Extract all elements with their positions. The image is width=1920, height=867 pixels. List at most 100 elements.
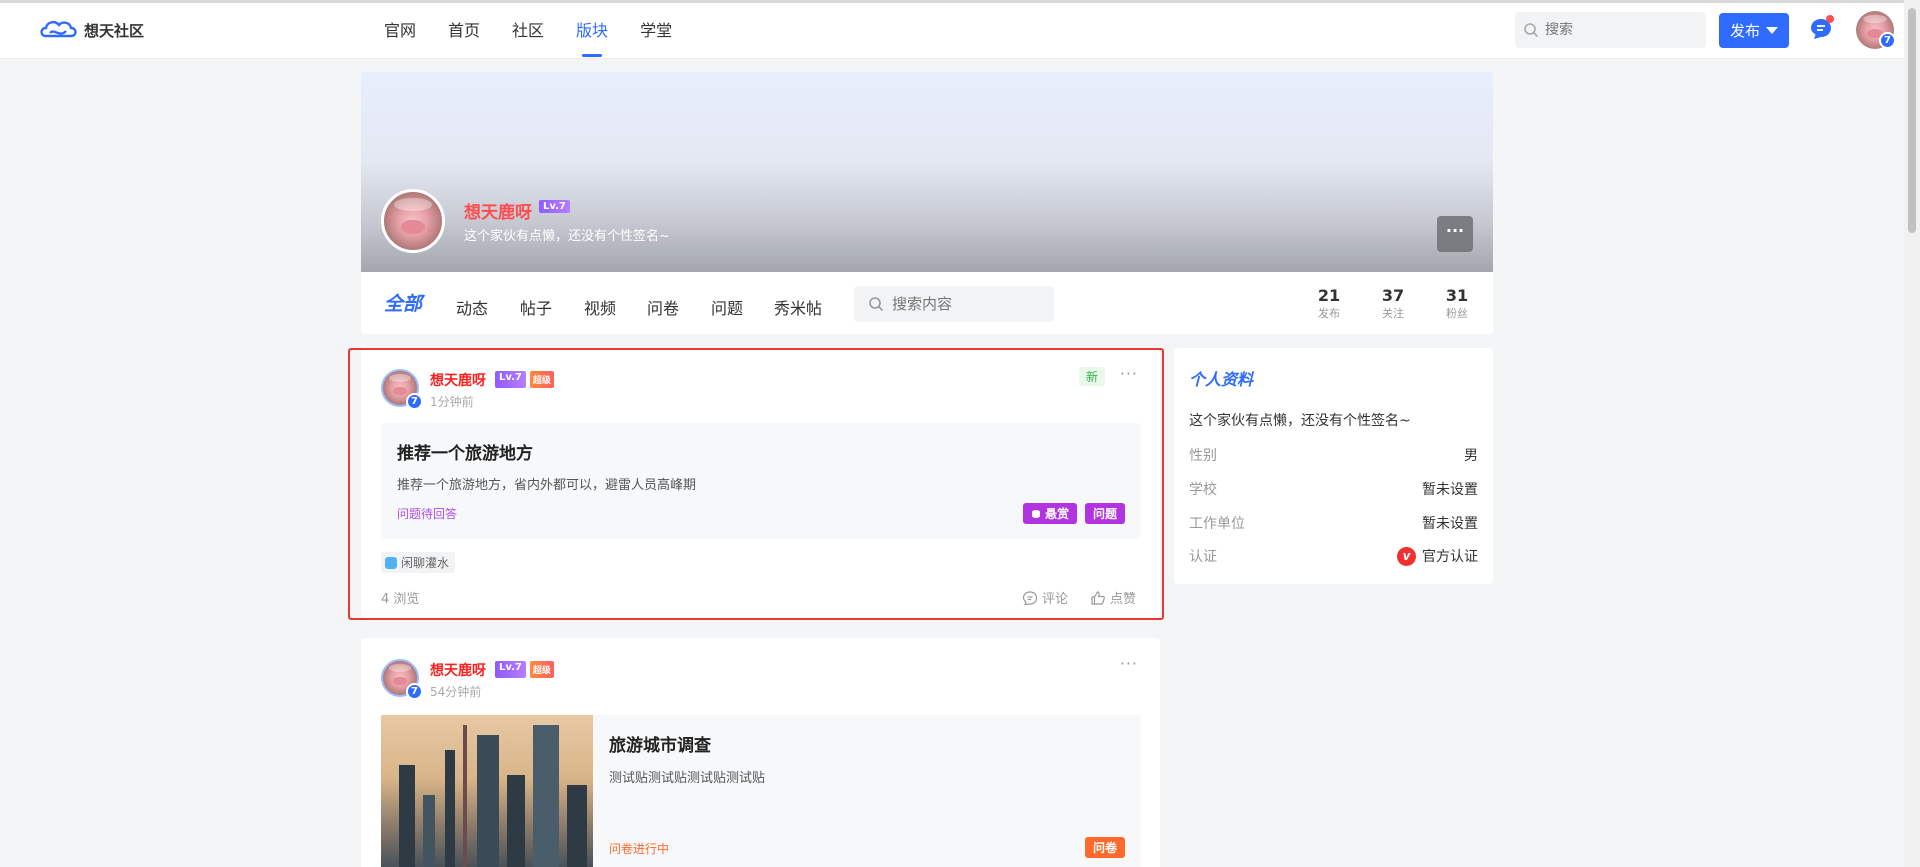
scrollbar-thumb[interactable] [1908,8,1916,233]
tab-posts[interactable]: 帖子 [520,295,552,319]
reward-label: 悬赏 [1044,507,1069,521]
comment-label: 评论 [1042,592,1069,607]
tab-questions[interactable]: 问题 [711,295,743,319]
nav-sections[interactable]: 版块 [560,3,624,59]
profile-tabs-bar: 全部 动态 帖子 视频 问卷 问题 秀米帖 21 发布 37 关注 31 粉丝 [361,272,1493,334]
content-search[interactable] [854,286,1054,322]
search-icon [869,297,884,312]
post-description: 测试贴测试贴测试贴测试贴 [609,771,766,786]
header-search-input[interactable] [1545,22,1695,38]
post-more-icon[interactable]: ··· [1120,654,1138,673]
post-content[interactable]: 旅游城市调查 测试贴测试贴测试贴测试贴 问卷进行中 问卷 [593,715,1141,867]
post-card[interactable]: 7 想天鹿呀 Lv.7 超级 54分钟前 ··· 旅游城市调查 测试贴测试贴测试… [361,638,1160,867]
stat-following[interactable]: 37 关注 [1368,286,1418,322]
author-tags: Lv.7 超级 [495,661,554,678]
post-title[interactable]: 旅游城市调查 [609,731,711,756]
stat-following-num: 37 [1381,286,1405,305]
survey-badge: 问卷 [1084,837,1125,858]
tab-all[interactable]: 全部 [384,289,422,316]
notification-dot [1826,15,1834,23]
site-logo[interactable]: 想天社区 [38,16,144,44]
page-scrollbar[interactable] [1904,0,1920,867]
super-tag: 超级 [529,371,554,388]
info-value: v 官方认证 [1397,546,1478,566]
tab-videos[interactable]: 视频 [584,295,616,319]
question-badge: 问题 [1084,503,1125,524]
tab-activity[interactable]: 动态 [456,295,488,319]
nav-official[interactable]: 官网 [368,3,432,59]
post-title[interactable]: 推荐一个旅游地方 [397,439,533,464]
info-row-work: 工作单位 暂未设置 [1189,513,1478,533]
coin-icon [1031,510,1040,518]
stat-fans[interactable]: 31 粉丝 [1432,286,1482,322]
view-count: 4 浏览 [381,592,420,607]
nav-home[interactable]: 首页 [432,3,496,59]
level-tag: Lv.7 [495,371,526,388]
tab-xiumi[interactable]: 秀米帖 [774,295,822,319]
info-key: 认证 [1189,549,1217,565]
info-row-verify: 认证 v 官方认证 [1189,546,1478,566]
panel-signature: 这个家伙有点懒，还没有个性签名~ [1189,413,1411,429]
nav-academy[interactable]: 学堂 [624,3,688,59]
info-key: 学校 [1189,482,1217,498]
publish-button[interactable]: 发布 [1719,13,1789,48]
topic-label: 闲聊灌水 [401,556,450,570]
stat-fans-label: 粉丝 [1446,307,1468,320]
info-value: 暂未设置 [1422,482,1478,498]
survey-status: 问卷进行中 [609,842,670,856]
post-more-icon[interactable]: ··· [1120,364,1138,383]
cloud-logo-icon [40,20,77,38]
content-search-input[interactable] [892,295,1042,313]
verify-label: 官方认证 [1422,549,1478,565]
stat-posts[interactable]: 21 发布 [1304,286,1354,322]
panel-title: 个人资料 [1189,370,1254,389]
tab-surveys[interactable]: 问卷 [647,295,679,319]
header-search[interactable] [1515,12,1706,48]
profile-info-panel: 个人资料 这个家伙有点懒，还没有个性签名~ 性别 男 学校 暂未设置 工作单位 … [1174,348,1493,584]
profile-banner: 想天鹿呀 Lv.7 这个家伙有点懒，还没有个性签名~ ··· [361,72,1493,272]
thumbs-up-icon [1091,590,1105,605]
topic-tag[interactable]: 闲聊灌水 [381,552,456,573]
publish-label: 发布 [1729,22,1760,40]
info-key: 性别 [1189,448,1217,464]
search-icon [1524,23,1539,38]
top-header: 想天社区 官网 首页 社区 版块 学堂 发布 7 [0,3,1904,59]
stat-posts-num: 21 [1317,286,1341,305]
stat-posts-label: 发布 [1318,307,1340,320]
more-options-button[interactable]: ··· [1437,216,1473,252]
avatar-level-badge: 7 [1879,32,1896,49]
like-label: 点赞 [1110,592,1137,607]
level-tag: Lv.7 [539,200,570,213]
author-level-badge: 7 [406,393,423,410]
super-tag: 超级 [529,661,554,678]
post-time: 54分钟前 [430,685,482,699]
info-value: 暂未设置 [1422,516,1478,532]
post-badges: 悬赏 问题 [1022,503,1125,524]
author-level-badge: 7 [406,683,423,700]
like-button[interactable]: 点赞 [1090,588,1136,607]
new-badge: 新 [1079,367,1106,386]
info-row-school: 学校 暂未设置 [1189,479,1478,499]
post-cover-image[interactable] [381,715,593,867]
profile-avatar[interactable] [381,189,445,253]
info-row-gender: 性别 男 [1189,445,1478,465]
logo-text: 想天社区 [84,21,145,40]
main-nav: 官网 首页 社区 版块 学堂 [368,3,688,59]
post-card[interactable]: 7 想天鹿呀 Lv.7 超级 1分钟前 新 ··· 推荐一个旅游地方 推荐一个旅… [361,348,1160,618]
question-status: 问题待回答 [397,507,458,521]
comment-icon [1022,590,1038,605]
stat-following-label: 关注 [1382,307,1404,320]
post-content[interactable]: 推荐一个旅游地方 推荐一个旅游地方，省内外都可以，避雷人员高峰期 问题待回答 悬… [381,423,1141,539]
profile-name[interactable]: 想天鹿呀 [464,198,532,223]
profile-signature: 这个家伙有点懒，还没有个性签名~ [464,229,670,244]
post-author-name[interactable]: 想天鹿呀 [430,370,486,390]
reward-badge: 悬赏 [1022,503,1077,524]
comment-button[interactable]: 评论 [1022,588,1068,607]
post-description: 推荐一个旅游地方，省内外都可以，避雷人员高峰期 [397,478,697,493]
topic-icon [385,556,397,569]
author-tags: Lv.7 超级 [495,371,554,388]
caret-down-icon [1766,27,1778,34]
nav-community[interactable]: 社区 [496,3,560,59]
verified-icon: v [1397,546,1416,566]
post-author-name[interactable]: 想天鹿呀 [430,660,486,680]
